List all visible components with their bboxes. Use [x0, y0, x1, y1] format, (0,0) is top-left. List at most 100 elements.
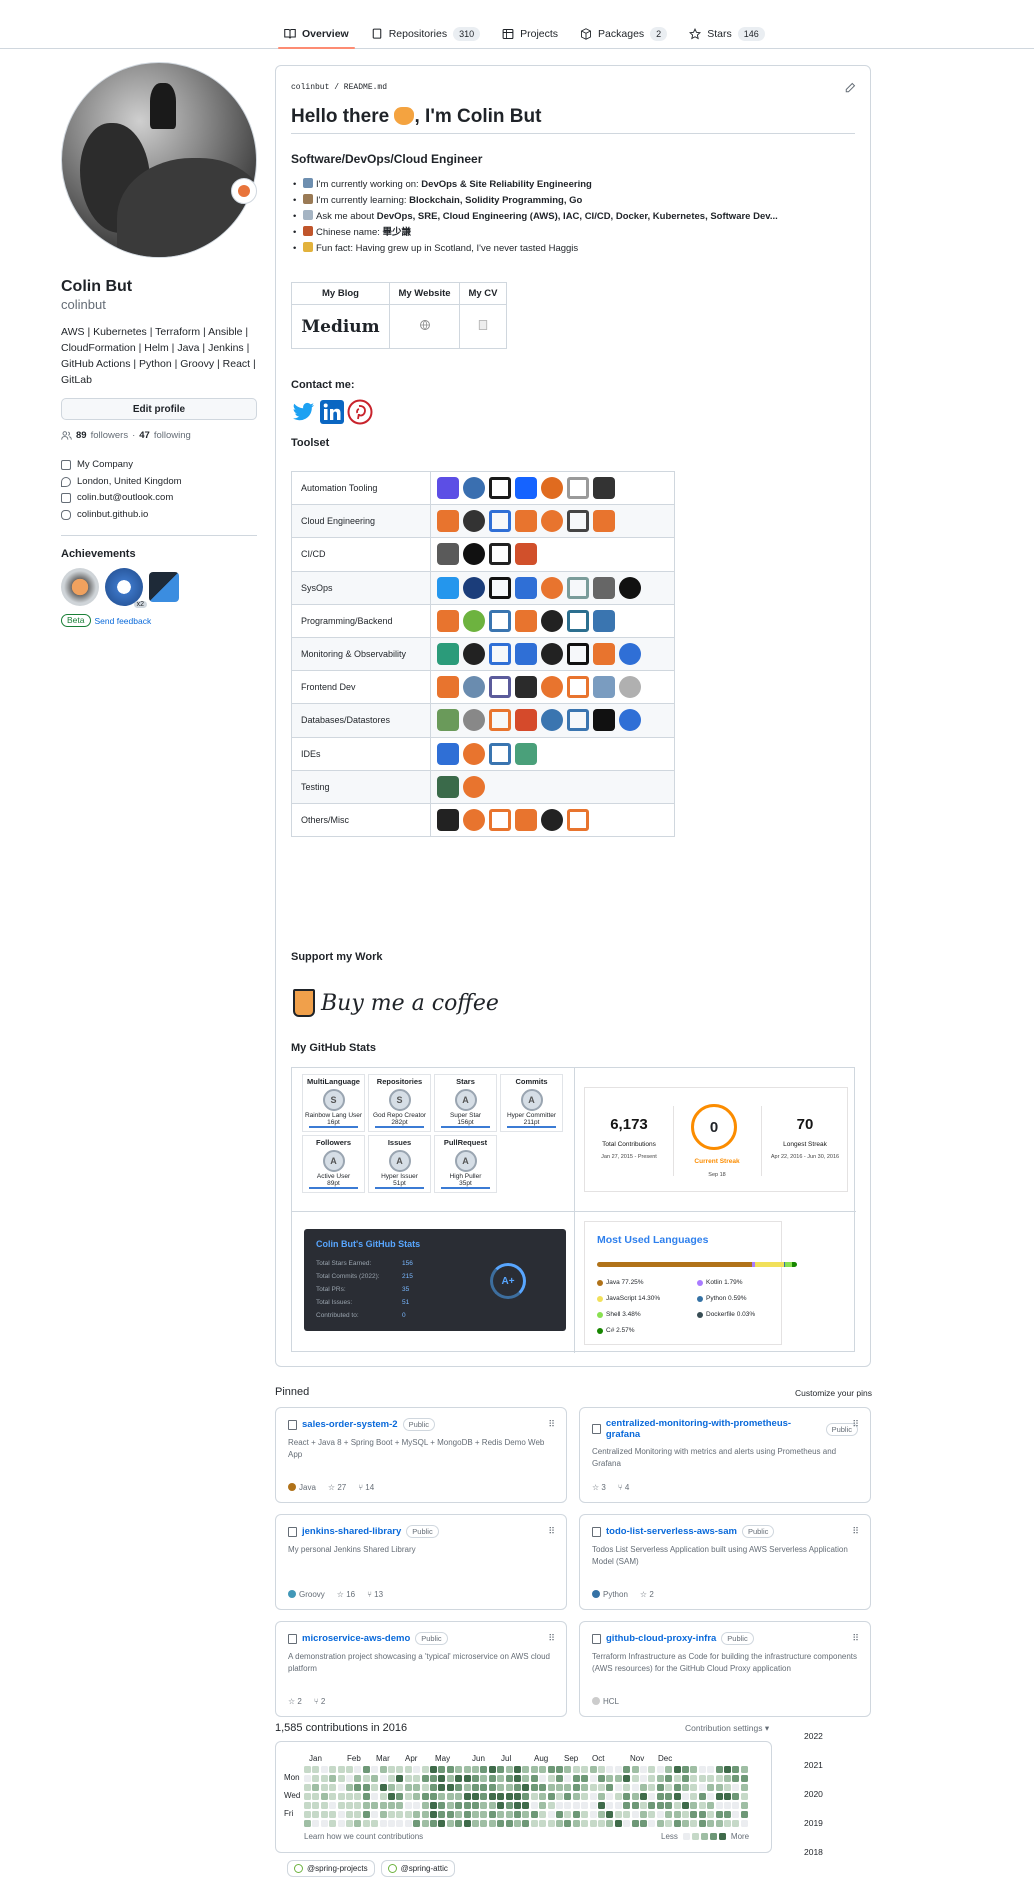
year-link[interactable]: 2019: [804, 1809, 823, 1838]
contribution-day[interactable]: [547, 1766, 555, 1773]
contribution-day[interactable]: [488, 1766, 496, 1773]
contribution-day[interactable]: [472, 1811, 479, 1818]
contribution-day[interactable]: [354, 1775, 362, 1782]
contribution-day[interactable]: [337, 1766, 345, 1773]
contribution-day[interactable]: [572, 1775, 580, 1782]
logz-icon[interactable]: [515, 643, 537, 666]
contribution-day[interactable]: [698, 1793, 706, 1800]
contribution-day[interactable]: [707, 1802, 715, 1809]
contribution-day[interactable]: [640, 1811, 647, 1818]
contribution-day[interactable]: [606, 1820, 614, 1827]
contribution-day[interactable]: [715, 1820, 723, 1827]
contribution-day[interactable]: [539, 1820, 547, 1827]
stargazers-link[interactable]: ☆ 2: [288, 1697, 302, 1706]
avatar[interactable]: [61, 62, 257, 258]
contribution-day[interactable]: [505, 1766, 513, 1773]
contribution-day[interactable]: [497, 1802, 505, 1809]
contribution-day[interactable]: [446, 1820, 454, 1827]
contribution-day[interactable]: [690, 1766, 698, 1773]
contribution-day[interactable]: [707, 1784, 715, 1791]
contribution-day[interactable]: [346, 1820, 353, 1827]
contribution-day[interactable]: [656, 1766, 664, 1773]
contribution-day[interactable]: [556, 1793, 563, 1800]
selenium-icon[interactable]: [437, 775, 459, 798]
contribution-day[interactable]: [665, 1784, 673, 1791]
contribution-day[interactable]: [455, 1793, 463, 1800]
tab-repositories[interactable]: Repositories 310: [371, 20, 481, 48]
contribution-day[interactable]: [656, 1811, 664, 1818]
contribution-day[interactable]: [715, 1775, 723, 1782]
contribution-day[interactable]: [480, 1775, 488, 1782]
trophy-card[interactable]: Issues A Hyper Issuer 51pt: [368, 1135, 431, 1193]
tab-overview[interactable]: Overview: [278, 20, 355, 49]
mysql-icon[interactable]: [463, 709, 485, 732]
contribution-day[interactable]: [589, 1775, 597, 1782]
contribution-day[interactable]: [446, 1802, 454, 1809]
contribution-day[interactable]: [598, 1793, 605, 1800]
contribution-day[interactable]: [388, 1784, 395, 1791]
contribution-day[interactable]: [421, 1802, 429, 1809]
top-languages-card[interactable]: Most Used Languages Java 77.25% Kotlin 1.…: [584, 1221, 797, 1345]
contribution-day[interactable]: [472, 1802, 479, 1809]
repo-name-link[interactable]: github-cloud-proxy-infra: [606, 1633, 716, 1644]
contribution-day[interactable]: [514, 1811, 521, 1818]
contribution-day[interactable]: [371, 1775, 379, 1782]
contribution-day[interactable]: [556, 1775, 563, 1782]
contribution-day[interactable]: [724, 1820, 731, 1827]
contribution-day[interactable]: [656, 1820, 664, 1827]
contribution-day[interactable]: [564, 1793, 572, 1800]
contribution-day[interactable]: [421, 1784, 429, 1791]
sqs-icon[interactable]: [593, 510, 615, 533]
atom-icon[interactable]: [515, 742, 537, 765]
tab-packages[interactable]: Packages 2: [580, 20, 668, 48]
contribution-day[interactable]: [572, 1784, 580, 1791]
contribution-day[interactable]: [354, 1820, 362, 1827]
contribution-day[interactable]: [337, 1820, 345, 1827]
contribution-day[interactable]: [690, 1784, 698, 1791]
contribution-day[interactable]: [312, 1766, 320, 1773]
contribution-day[interactable]: [413, 1793, 421, 1800]
ubuntu-icon[interactable]: [541, 576, 563, 599]
contribution-day[interactable]: [329, 1775, 337, 1782]
contribution-day[interactable]: [329, 1793, 337, 1800]
contribution-day[interactable]: [396, 1793, 404, 1800]
contribution-day[interactable]: [690, 1775, 698, 1782]
contribution-day[interactable]: [455, 1802, 463, 1809]
pencil-icon[interactable]: [844, 82, 856, 94]
contribution-day[interactable]: [581, 1793, 589, 1800]
contribution-day[interactable]: [362, 1793, 370, 1800]
contribution-day[interactable]: [564, 1820, 572, 1827]
contribution-day[interactable]: [488, 1820, 496, 1827]
gatsby-icon[interactable]: [541, 676, 563, 699]
contribution-day[interactable]: [614, 1802, 622, 1809]
contribution-day[interactable]: [656, 1793, 664, 1800]
contribution-day[interactable]: [404, 1775, 412, 1782]
contribution-day[interactable]: [715, 1766, 723, 1773]
contribution-day[interactable]: [673, 1784, 681, 1791]
gatling-icon[interactable]: [463, 775, 485, 798]
contribution-day[interactable]: [337, 1775, 345, 1782]
contribution-day[interactable]: [388, 1802, 395, 1809]
contribution-day[interactable]: [530, 1775, 538, 1782]
contribution-day[interactable]: [589, 1802, 597, 1809]
contribution-day[interactable]: [682, 1793, 689, 1800]
contribution-day[interactable]: [698, 1820, 706, 1827]
s3-icon[interactable]: [567, 510, 589, 533]
contribution-day[interactable]: [698, 1775, 706, 1782]
year-link[interactable]: 2022: [804, 1722, 823, 1751]
contribution-day[interactable]: [715, 1802, 723, 1809]
cassandra-icon[interactable]: [593, 709, 615, 732]
contribution-day[interactable]: [682, 1802, 689, 1809]
contribution-day[interactable]: [505, 1811, 513, 1818]
contribution-day[interactable]: [631, 1793, 639, 1800]
contribution-day[interactable]: [614, 1775, 622, 1782]
contribution-day[interactable]: [329, 1784, 337, 1791]
contribution-day[interactable]: [631, 1784, 639, 1791]
contribution-day[interactable]: [388, 1766, 395, 1773]
stargazers-link[interactable]: ☆ 16: [337, 1590, 355, 1599]
contribution-day[interactable]: [640, 1793, 647, 1800]
contribution-day[interactable]: [329, 1820, 337, 1827]
contribution-day[interactable]: [304, 1766, 311, 1773]
contribution-day[interactable]: [623, 1793, 631, 1800]
contribution-day[interactable]: [539, 1766, 547, 1773]
